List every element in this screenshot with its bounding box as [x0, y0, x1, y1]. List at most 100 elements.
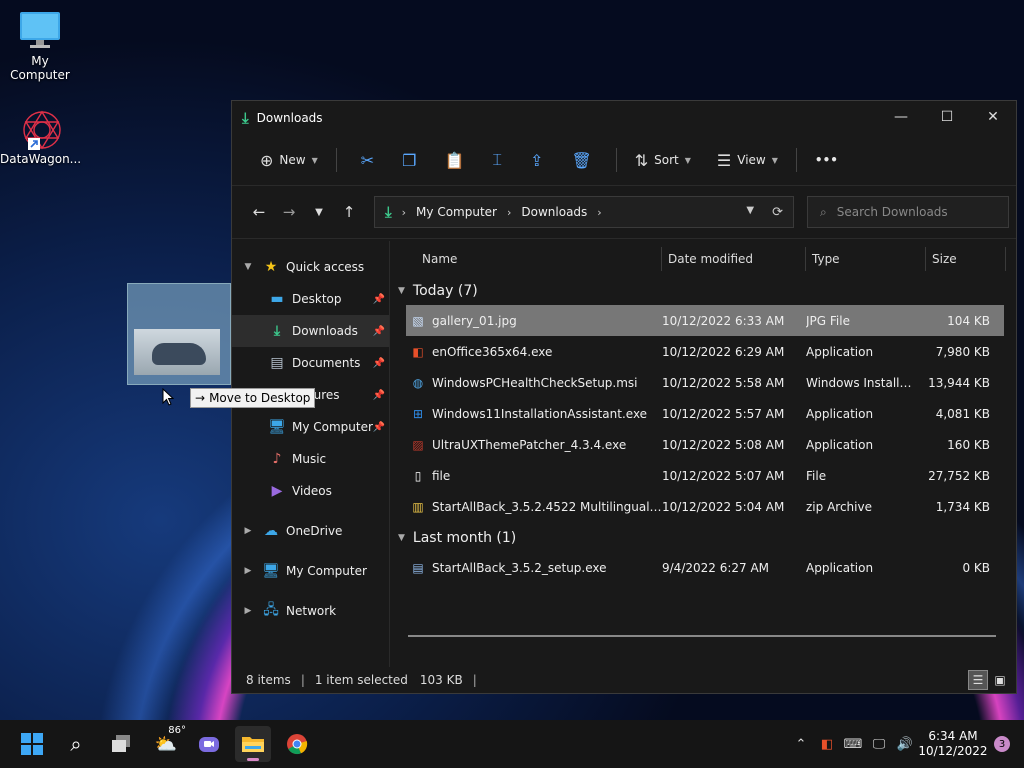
- car-image-icon: [152, 343, 206, 365]
- sidebar-item-music[interactable]: ♪ Music: [232, 443, 389, 475]
- chrome-button[interactable]: [279, 726, 315, 762]
- file-size: 0 KB: [962, 560, 990, 575]
- paste-button[interactable]: 📋: [431, 144, 479, 176]
- column-header-size[interactable]: Size: [926, 247, 1006, 271]
- start-button[interactable]: [14, 726, 50, 762]
- chevron-down-icon[interactable]: ▼: [240, 262, 256, 272]
- recent-locations-button[interactable]: ▼: [304, 207, 334, 218]
- desktop-icon-datawagon[interactable]: DataWagon...: [0, 108, 82, 166]
- copy-button[interactable]: ❐: [388, 144, 430, 176]
- maximize-button[interactable]: ☐: [924, 101, 970, 133]
- file-group-header[interactable]: ▼ Last month (1): [390, 524, 1016, 552]
- sidebar-item-onedrive[interactable]: ▶ ☁ OneDrive: [232, 515, 389, 547]
- file-date: 10/12/2022 5:57 AM: [662, 406, 785, 421]
- file-size: 27,752 KB: [928, 468, 990, 483]
- address-bar[interactable]: ⤓ › My Computer › Downloads › ▼ ⟳: [374, 196, 794, 228]
- more-options-button[interactable]: •••: [807, 144, 846, 176]
- address-history-chevron-icon[interactable]: ▼: [746, 205, 754, 220]
- chevron-down-icon: ▼: [398, 286, 405, 296]
- notification-badge[interactable]: 3: [994, 736, 1010, 752]
- chevron-right-icon[interactable]: ▶: [240, 526, 256, 536]
- share-icon: ⇪: [530, 150, 544, 170]
- view-label: View: [737, 153, 766, 167]
- horizontal-scrollbar[interactable]: [408, 635, 996, 637]
- up-button[interactable]: ↑: [334, 203, 364, 221]
- share-button[interactable]: ⇪: [516, 144, 557, 176]
- chevron-right-icon[interactable]: ▶: [240, 606, 256, 616]
- search-box[interactable]: ⌕: [807, 196, 1009, 228]
- sort-button[interactable]: ⇅ Sort ▼: [627, 144, 699, 176]
- view-button[interactable]: ☰ View ▼: [709, 144, 786, 176]
- file-row[interactable]: ⊞ Windows11InstallationAssistant.exe 10/12…: [406, 398, 1004, 429]
- file-row[interactable]: ▯ file 10/12/2022 5:07 AM File 27,752 KB: [406, 460, 1004, 491]
- office-icon: ◧: [412, 344, 424, 359]
- search-input[interactable]: [836, 205, 997, 219]
- task-view-button[interactable]: [103, 726, 139, 762]
- large-icons-view-icon[interactable]: ▣: [990, 670, 1010, 690]
- delete-button[interactable]: 🗑: [557, 144, 605, 176]
- weather-widget[interactable]: ⛅ 86°: [148, 725, 186, 762]
- column-header-date-modified[interactable]: Date modified: [662, 247, 806, 271]
- sort-arrows-icon: ⇅: [634, 150, 649, 170]
- zip-icon: ▥: [412, 499, 424, 514]
- column-header-name[interactable]: Name: [390, 247, 662, 271]
- breadcrumb-downloads[interactable]: Downloads: [521, 205, 587, 219]
- desktop-icon-my-computer[interactable]: My Computer: [0, 10, 80, 82]
- windows-logo-icon: [21, 733, 43, 755]
- file-row[interactable]: ▨ UltraUXThemePatcher_4.3.4.exe 10/12/2022…: [406, 429, 1004, 460]
- network-icon: 🖧: [263, 602, 279, 618]
- file-group-header[interactable]: ▼ Today (7): [390, 277, 1016, 305]
- scissors-icon: ✂: [360, 150, 375, 170]
- sidebar-item-videos[interactable]: ▶ Videos: [232, 475, 389, 507]
- search-button[interactable]: ⌕: [58, 726, 94, 762]
- music-icon: ♪: [272, 451, 282, 467]
- file-row[interactable]: ◧ enOffice365x64.exe 10/12/2022 6:29 AM App…: [406, 336, 1004, 367]
- image-thumbnail: [134, 329, 220, 375]
- sidebar-item-downloads[interactable]: ⤓ Downloads 📌: [232, 315, 389, 347]
- rename-button[interactable]: ⌶: [478, 144, 516, 176]
- file-explorer-taskbar-button[interactable]: [235, 726, 271, 762]
- pin-icon: 📌: [372, 325, 385, 337]
- details-view-icon[interactable]: ☰: [968, 670, 988, 690]
- sidebar-item-my-computer[interactable]: ▶ 🖥 My Computer: [232, 555, 389, 587]
- file-explorer-window: ⤓ Downloads — ☐ ✕ ⊕ New ▼ ✂ ❐ 📋 ⌶ ⇪ 🗑 ⇅ …: [231, 100, 1017, 694]
- chevron-up-icon[interactable]: ⌃: [788, 737, 814, 752]
- close-button[interactable]: ✕: [970, 101, 1016, 133]
- column-header-type[interactable]: Type: [806, 247, 926, 271]
- file-row[interactable]: ▧ gallery_01.jpg 10/12/2022 6:33 AM JPG Fil…: [406, 305, 1004, 336]
- speaker-icon[interactable]: 🔊: [892, 737, 918, 752]
- new-button[interactable]: ⊕ New ▼: [252, 144, 326, 176]
- task-view-icon: [112, 735, 130, 752]
- file-row[interactable]: ▤ StartAllBack_3.5.2_setup.exe 9/4/2022 6:…: [406, 552, 1004, 583]
- status-selection-size: 103 KB: [419, 673, 463, 687]
- minimize-button[interactable]: —: [878, 101, 924, 133]
- cut-button[interactable]: ✂: [347, 144, 388, 176]
- file-row[interactable]: ▥ StartAllBack_3.5.2.4522 Multilingual [F…: [406, 491, 1004, 522]
- copy-icon: ❐: [402, 150, 417, 170]
- title-bar[interactable]: ⤓ Downloads — ☐ ✕: [232, 101, 1016, 135]
- file-row[interactable]: ◍ WindowsPCHealthCheckSetup.msi 10/12/2022…: [406, 367, 1004, 398]
- pin-icon: 📌: [372, 389, 385, 401]
- sidebar-item-network[interactable]: ▶ 🖧 Network: [232, 595, 389, 627]
- breadcrumb-my-computer[interactable]: My Computer: [416, 205, 497, 219]
- network-monitor-icon[interactable]: 🖵: [866, 737, 892, 752]
- sidebar-item-quick-access[interactable]: ▼ ★ Quick access: [232, 251, 389, 283]
- forward-button[interactable]: →: [274, 203, 304, 221]
- video-icon: ▶: [271, 483, 283, 499]
- back-button[interactable]: ←: [244, 203, 274, 221]
- clock[interactable]: 6:34 AM 10/12/2022: [918, 729, 988, 759]
- chevron-right-icon[interactable]: ▶: [240, 566, 256, 576]
- desktop-icon-label: DataWagon...: [0, 152, 82, 166]
- file-name: file: [432, 468, 451, 483]
- taskbar: ⌕ ⛅ 86° ⌃ ◧ ⌨ 🖵 🔊 6:34 AM 10/12/2022 3: [0, 720, 1024, 768]
- group-label: Last month (1): [412, 530, 517, 546]
- teams-chat-button[interactable]: [191, 726, 227, 762]
- video-chat-icon: [199, 737, 219, 752]
- refresh-icon[interactable]: ⟳: [772, 205, 783, 220]
- keyboard-icon[interactable]: ⌨: [840, 737, 866, 752]
- sidebar-item-desktop[interactable]: ▬ Desktop 📌: [232, 283, 389, 315]
- status-item-count: 8 items: [246, 673, 291, 687]
- sidebar-item-my-computer-pinned[interactable]: 🖥 My Computer 📌: [232, 411, 389, 443]
- office-icon[interactable]: ◧: [814, 737, 840, 752]
- sidebar-item-documents[interactable]: ▤ Documents 📌: [232, 347, 389, 379]
